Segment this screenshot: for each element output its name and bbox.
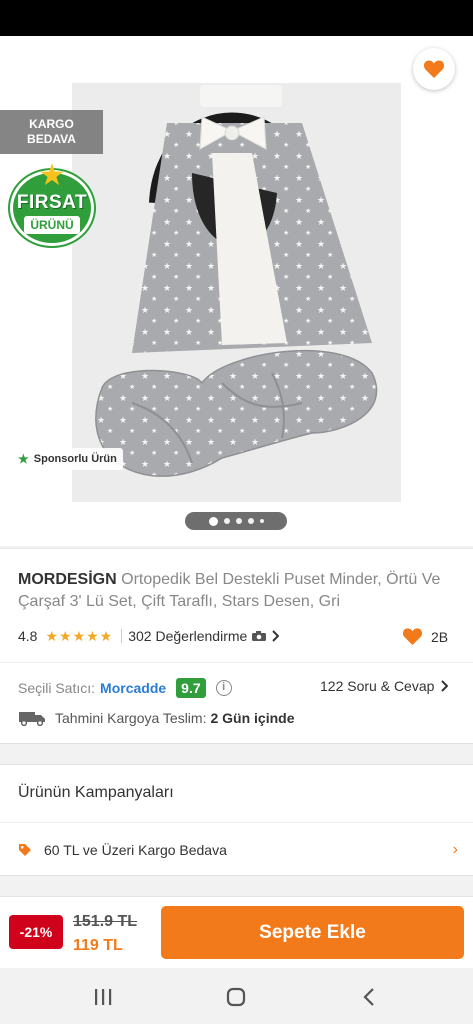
back-button[interactable]	[14, 52, 54, 88]
home-button[interactable]	[214, 982, 258, 1012]
recent-apps-icon	[95, 989, 112, 1005]
like-counter[interactable]: 2B	[402, 627, 448, 646]
deal-badge: ★ FIRSAT ÜRÜNÜ	[10, 159, 94, 246]
truck-icon	[19, 712, 45, 726]
carousel-dot[interactable]	[259, 519, 264, 523]
system-navigation-bar	[0, 968, 473, 1024]
campaigns-section: Ürünün Kampanyaları 60 TL ve Üzeri Kargo…	[0, 764, 473, 876]
product-info-card: MORDESİGN Ortopedik Bel Destekli Puset M…	[0, 548, 473, 744]
add-to-cart-button[interactable]: Sepete Ekle	[161, 906, 464, 959]
carousel-dot[interactable]	[247, 518, 254, 524]
reviews-link[interactable]: 302 Değerlendirme	[128, 628, 280, 644]
campaign-label: 60 TL ve Üzeri Kargo Bedava	[44, 842, 227, 858]
system-back-button[interactable]	[347, 982, 391, 1012]
carousel-indicator[interactable]	[185, 512, 287, 530]
free-shipping-line2: BEDAVA	[27, 132, 76, 146]
chevron-right-icon: ›	[452, 841, 458, 858]
sponsored-label: Sponsorlu Ürün	[33, 453, 117, 465]
chevron-left-icon	[363, 988, 374, 1006]
like-count: 2B	[431, 628, 449, 645]
discount-badge: -21%	[9, 915, 63, 949]
carousel-dot[interactable]	[208, 516, 218, 526]
home-icon	[226, 987, 246, 1007]
arrow-left-icon	[24, 60, 45, 80]
questions-link[interactable]: 122 Soru & Cevap	[320, 678, 449, 694]
chevron-right-icon	[272, 630, 280, 642]
divider	[0, 662, 473, 663]
shipping-estimate: Tahmini Kargoya Teslim: 2 Gün içinde	[18, 710, 295, 726]
campaigns-title: Ürünün Kampanyaları	[18, 784, 174, 801]
status-bar	[0, 0, 473, 36]
free-shipping-line1: KARGO	[29, 117, 74, 131]
share-icon	[362, 60, 382, 80]
share-button[interactable]	[352, 52, 392, 88]
campaign-item[interactable]: 60 TL ve Üzeri Kargo Bedava ›	[18, 823, 458, 877]
tag-icon	[19, 844, 31, 856]
questions-label: 122 Soru & Cevap	[320, 678, 435, 694]
carousel-dot[interactable]	[235, 518, 242, 524]
reviews-count: 302 Değerlendirme	[128, 628, 248, 644]
product-brand[interactable]: MORDESİGN	[18, 571, 117, 588]
car-seat-canopy-image: ★ ★	[72, 83, 401, 502]
seller-label: Seçili Satıcı:	[18, 680, 96, 696]
favorite-button[interactable]	[413, 48, 455, 90]
sponsored-tag: ★ Sponsorlu Ürün	[12, 448, 123, 470]
deal-badge-line2: ÜRÜNÜ	[24, 216, 80, 234]
free-shipping-badge: KARGO BEDAVA	[0, 110, 103, 154]
rating-value: 4.8	[18, 628, 38, 644]
product-image-gallery[interactable]: ★ ★	[0, 36, 473, 546]
seller-name-link[interactable]: Morcadde	[100, 680, 166, 696]
star-icon: ★	[38, 159, 66, 192]
current-price: 119 TL	[73, 937, 123, 954]
product-photo[interactable]: ★ ★	[72, 83, 401, 502]
product-title: MORDESİGN Ortopedik Bel Destekli Puset M…	[18, 569, 458, 613]
camera-icon	[252, 631, 267, 641]
star-icon: ★	[18, 452, 29, 466]
rating-row: 4.8 ★★★★★ 302 Değerlendirme	[18, 626, 458, 646]
purchase-bar: -21% 151.9 TL 119 TL Sepete Ekle	[0, 896, 473, 968]
carousel-dot[interactable]	[223, 518, 230, 524]
rating-stars: ★★★★★	[45, 627, 114, 644]
shipping-label: Tahmini Kargoya Teslim:	[55, 710, 207, 726]
heart-icon	[402, 628, 423, 646]
divider	[121, 629, 123, 643]
chevron-right-icon	[441, 680, 449, 692]
deal-badge-line1: FIRSAT	[16, 192, 88, 213]
recent-apps-button[interactable]	[81, 982, 125, 1012]
info-icon[interactable]: i	[215, 680, 232, 696]
shipping-days: 2 Gün içinde	[210, 710, 295, 726]
old-price: 151.9 TL	[73, 913, 138, 930]
heart-icon	[423, 60, 445, 78]
seller-score-badge: 9.7	[176, 678, 206, 698]
